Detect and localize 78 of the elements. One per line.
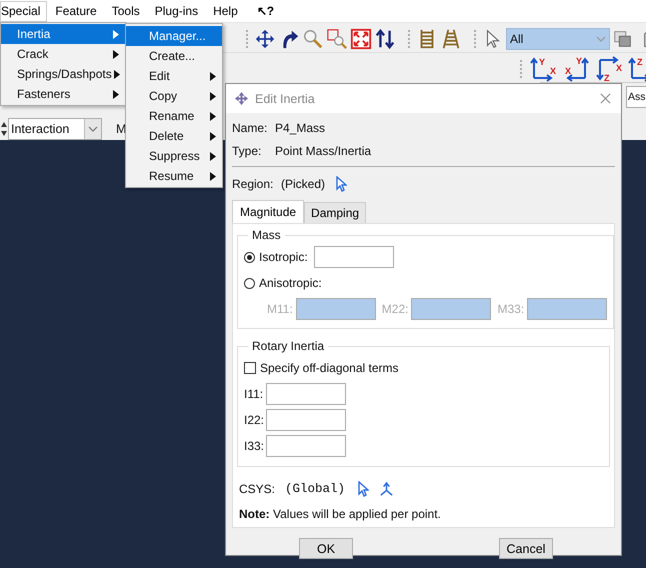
menu-item[interactable]: Crack <box>1 44 125 64</box>
menu-item[interactable]: Edit <box>126 66 222 86</box>
inertia-label: I22: <box>244 413 266 427</box>
component-label: M33: <box>497 302 524 316</box>
pick-cursor-icon[interactable] <box>335 176 348 192</box>
menu-bar-item[interactable]: Plug-ins <box>148 0 206 22</box>
dialog-title: Edit Inertia <box>255 92 316 106</box>
dialog-button[interactable]: Cancel <box>499 538 553 559</box>
menu-item[interactable]: Delete <box>126 126 222 146</box>
isotropic-field[interactable] <box>314 246 394 268</box>
inertia-field[interactable] <box>266 409 346 431</box>
checkbox[interactable] <box>244 362 256 374</box>
name-value: P4_Mass <box>275 120 326 134</box>
menu-bar-item[interactable]: Special <box>0 0 48 22</box>
submenu-arrow-icon <box>210 172 216 180</box>
menu-bar-item[interactable]: Help <box>206 0 245 22</box>
layers-icon[interactable] <box>612 28 634 50</box>
assembly-field[interactable]: Ass <box>626 86 646 108</box>
menu-item[interactable]: Create... <box>126 46 222 66</box>
menu-item[interactable]: Copy <box>126 86 222 106</box>
radio-label: Isotropic: <box>259 250 308 264</box>
group-title: Mass <box>251 228 282 242</box>
submenu-arrow-icon <box>113 50 119 58</box>
radio-button[interactable] <box>244 278 255 288</box>
pan-icon[interactable] <box>254 28 276 50</box>
submenu-arrow-icon <box>114 70 120 78</box>
menu-item[interactable]: Fasteners <box>1 84 125 104</box>
csys-label: CSYS: <box>239 482 276 496</box>
radio-label: Anisotropic: <box>259 276 322 290</box>
menu-item[interactable]: Rename <box>126 106 222 126</box>
tab[interactable]: Damping <box>304 202 366 223</box>
tab[interactable]: Magnitude <box>232 200 304 223</box>
name-label: Name: <box>232 120 268 134</box>
region-value: (Picked) <box>281 177 326 191</box>
component-label: M22: <box>382 302 408 316</box>
rails-icon[interactable] <box>440 28 462 50</box>
box-zoom-icon[interactable] <box>326 28 348 50</box>
menu-item[interactable]: Inertia <box>1 24 125 44</box>
submenu-arrow-icon <box>210 152 216 160</box>
note-text: Note: Values will be applied per point. <box>238 507 442 521</box>
inertia-label: I33: <box>244 439 266 453</box>
fit-view-icon[interactable] <box>350 28 372 50</box>
close-icon[interactable] <box>600 93 611 104</box>
menu-bar-item[interactable]: Tools <box>104 0 147 22</box>
axes-triad-icon[interactable] <box>379 482 394 496</box>
inertia-label: I11: <box>244 387 264 401</box>
move-cross-icon <box>234 91 249 106</box>
radio-button[interactable] <box>244 252 255 262</box>
csys-value: (Global) <box>285 482 346 496</box>
swap-arrows-icon[interactable] <box>374 28 396 50</box>
axis-view-button[interactable]: Z X <box>595 56 625 82</box>
menu-item[interactable]: Springs/Dashpots <box>1 64 125 84</box>
axis-view-button[interactable]: Z <box>628 56 646 82</box>
region-label: Region: <box>232 177 274 191</box>
inertia-field[interactable] <box>266 435 346 457</box>
inertia-field[interactable] <box>266 383 346 405</box>
submenu-arrow-icon <box>113 30 119 38</box>
dialog-button[interactable]: OK <box>299 538 353 559</box>
menu-bar-item[interactable]: Feature <box>48 0 104 22</box>
component-label: M11: <box>267 302 293 316</box>
type-value: Point Mass/Inertia <box>275 144 372 158</box>
group-title: Rotary Inertia <box>251 339 326 353</box>
axis-view-button[interactable]: Y X <box>562 56 592 82</box>
menu-item[interactable]: Suppress <box>126 146 222 166</box>
submenu-arrow-icon <box>210 92 216 100</box>
type-label: Type: <box>232 144 262 158</box>
selection-filter-dropdown[interactable]: All <box>506 28 610 50</box>
submenu-arrow-icon <box>113 90 119 98</box>
submenu-arrow-icon <box>210 72 216 80</box>
menu-item[interactable]: Manager... <box>126 26 222 46</box>
menu-item[interactable]: Resume <box>126 166 222 186</box>
checkbox-label: Specify off-diagonal terms <box>260 361 399 375</box>
submenu-arrow-icon <box>210 112 216 120</box>
module-dropdown[interactable]: Interaction <box>8 118 102 140</box>
axis-view-button[interactable]: Y X <box>529 56 559 82</box>
pick-cursor-icon[interactable] <box>357 481 370 497</box>
submenu-arrow-icon <box>210 132 216 140</box>
help-pointer-button[interactable]: ↖? <box>250 0 282 22</box>
